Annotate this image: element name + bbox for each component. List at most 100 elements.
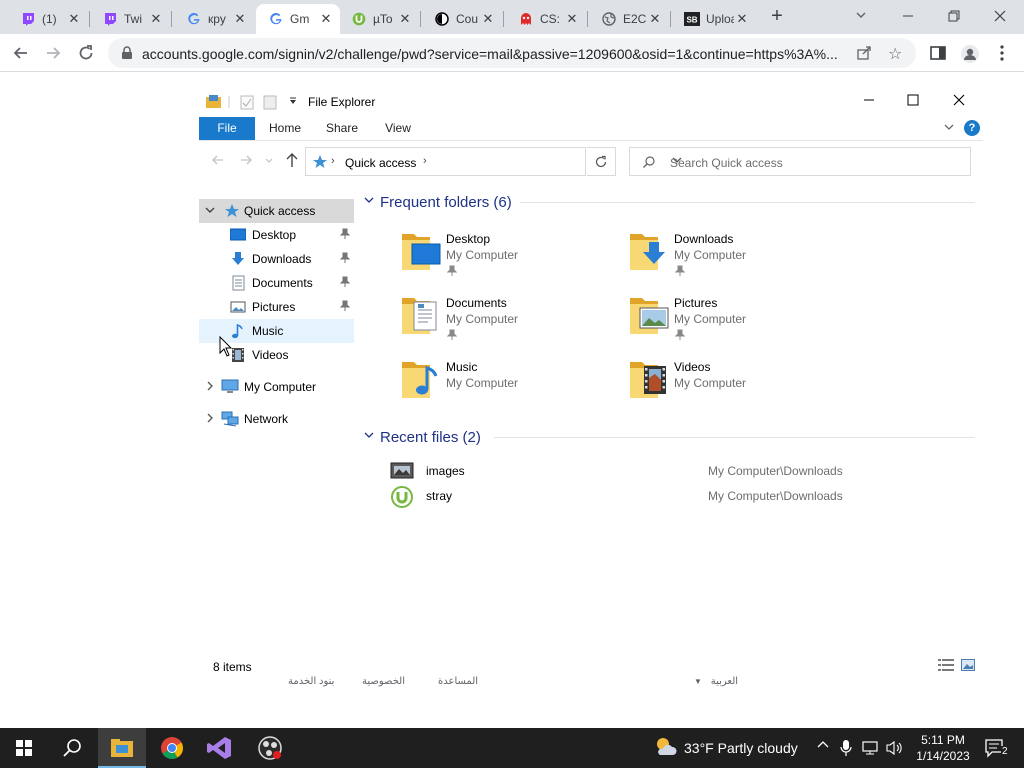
notification-center-icon[interactable]: 2 (984, 738, 1009, 761)
ribbon-tab-home[interactable]: Home (261, 117, 309, 140)
details-view-icon[interactable] (938, 659, 954, 671)
browser-tab[interactable]: Gm ✕ (256, 4, 340, 34)
tab-close-icon[interactable]: ✕ (318, 11, 334, 27)
side-panel-icon[interactable] (929, 44, 947, 62)
nav-item-my-computer[interactable]: My Computer (199, 375, 354, 399)
browser-tab[interactable]: крy ✕ (174, 4, 254, 34)
volume-icon[interactable] (886, 740, 904, 759)
breadcrumb-separator-icon[interactable]: › (331, 155, 335, 167)
pin-icon[interactable] (339, 300, 351, 312)
tab-close-icon[interactable]: ✕ (397, 11, 413, 27)
breadcrumb-quick-access[interactable]: Quick access (345, 156, 416, 170)
profile-avatar-icon[interactable] (960, 44, 979, 63)
expand-ribbon-chevron-icon[interactable] (944, 122, 954, 135)
frequent-folder-tile[interactable]: Documents My Computer (400, 292, 620, 350)
restore-icon[interactable] (944, 6, 964, 26)
recent-file-row[interactable]: images My Computer\Downloads (390, 460, 970, 482)
collapse-chevron-icon[interactable] (364, 195, 374, 208)
frequent-folder-tile[interactable]: Videos My Computer (628, 356, 848, 414)
browser-tab[interactable]: SB Upload✕ (672, 4, 756, 34)
nav-item-network[interactable]: Network (199, 407, 354, 431)
taskbar-chrome-icon[interactable] (148, 728, 196, 768)
breadcrumb-separator-icon[interactable]: › (423, 155, 427, 167)
collapse-chevron-icon[interactable] (364, 430, 374, 443)
forward-icon[interactable] (42, 42, 64, 64)
frequent-folders-header[interactable]: Frequent folders (6) (360, 191, 975, 213)
tab-search-icon[interactable] (854, 8, 870, 24)
reload-icon[interactable] (75, 42, 97, 64)
new-tab-button[interactable]: + (766, 6, 788, 28)
google-language-select[interactable]: ▼ العربية (694, 676, 738, 687)
tab-close-icon[interactable]: ✕ (232, 11, 248, 27)
start-windows-icon[interactable] (0, 728, 48, 768)
explorer-forward-icon[interactable] (239, 153, 253, 170)
taskbar-obs-icon[interactable] (246, 728, 294, 768)
nav-item-quick-access[interactable]: Quick access (199, 199, 354, 223)
browser-tab[interactable]: µTo ✕ (339, 4, 419, 34)
nav-item-documents[interactable]: Documents (199, 271, 354, 295)
explorer-back-icon[interactable] (211, 153, 225, 170)
browser-tab[interactable]: Cou ✕ (422, 4, 502, 34)
recent-locations-chevron-icon[interactable] (265, 153, 273, 170)
recent-file-row[interactable]: stray My Computer\Downloads (390, 485, 970, 508)
nav-item-downloads[interactable]: Downloads (199, 247, 354, 271)
minimize-icon[interactable] (898, 6, 918, 26)
explorer-close-icon[interactable] (951, 92, 967, 108)
address-bar[interactable]: accounts.google.com/signin/v2/challenge/… (108, 38, 916, 68)
taskbar-file-explorer-icon[interactable] (98, 728, 146, 768)
ribbon: File Home Share View ? (199, 117, 983, 141)
ribbon-tab-file[interactable]: File (199, 117, 255, 140)
large-icons-view-icon[interactable] (961, 659, 975, 671)
pin-icon[interactable] (339, 252, 351, 264)
recent-files-header[interactable]: Recent files (2) (360, 426, 975, 448)
browser-tab[interactable]: CS: ✕ (506, 4, 586, 34)
bookmark-star-icon[interactable]: ☆ (888, 44, 902, 64)
nav-label: Network (244, 412, 289, 426)
tab-close-icon[interactable]: ✕ (480, 11, 496, 27)
tab-close-icon[interactable]: ✕ (148, 11, 164, 27)
pin-icon[interactable] (339, 276, 351, 288)
taskbar-visual-studio-icon[interactable] (196, 728, 244, 768)
explorer-address-box[interactable]: › Quick access › (305, 147, 682, 176)
nav-item-desktop[interactable]: Desktop (199, 223, 354, 247)
tab-close-icon[interactable]: ✕ (564, 11, 580, 27)
svg-text:SB: SB (686, 16, 697, 25)
frequent-folder-tile[interactable]: Downloads My Computer (628, 228, 848, 286)
help-icon[interactable]: ? (964, 120, 980, 136)
taskbar-search-icon[interactable] (48, 728, 96, 768)
ribbon-tab-share[interactable]: Share (317, 117, 367, 140)
tab-close-icon[interactable]: ✕ (66, 11, 82, 27)
browser-tab[interactable]: E2C ✕ (589, 4, 669, 34)
ribbon-tab-view[interactable]: View (375, 117, 421, 140)
close-icon[interactable] (990, 6, 1010, 26)
expand-chevron-icon[interactable] (205, 381, 215, 394)
weather-text[interactable]: 33°F Partly cloudy (684, 740, 798, 756)
frequent-folder-tile[interactable]: Pictures My Computer (628, 292, 848, 350)
explorer-maximize-icon[interactable] (905, 92, 921, 108)
show-hidden-icons-chevron-icon[interactable] (816, 738, 830, 755)
explorer-minimize-icon[interactable] (861, 92, 877, 108)
frequent-folder-tile[interactable]: Music My Computer (400, 356, 620, 414)
weather-icon[interactable] (652, 734, 678, 763)
google-footer-terms[interactable]: بنود الخدمة (288, 676, 334, 687)
tab-close-icon[interactable]: ✕ (647, 11, 663, 27)
collapse-chevron-icon[interactable] (205, 205, 215, 218)
network-status-icon[interactable] (862, 740, 880, 759)
explorer-search-input[interactable]: Search Quick access (629, 147, 971, 176)
pin-icon[interactable] (339, 228, 351, 240)
up-folder-icon[interactable] (285, 152, 299, 172)
explorer-refresh-icon[interactable] (587, 147, 616, 176)
google-footer-help[interactable]: المساعدة (438, 676, 478, 687)
google-footer-privacy[interactable]: الخصوصية (362, 676, 405, 687)
expand-chevron-icon[interactable] (205, 413, 215, 426)
browser-tab[interactable]: (1) ✕ (8, 4, 88, 34)
menu-kebab-icon[interactable] (997, 44, 1015, 62)
frequent-folder-tile[interactable]: Desktop My Computer (400, 228, 620, 286)
nav-item-pictures[interactable]: Pictures (199, 295, 354, 319)
share-icon[interactable] (856, 45, 872, 61)
browser-tab[interactable]: Twi ✕ (90, 4, 170, 34)
microphone-icon[interactable] (840, 739, 852, 760)
back-icon[interactable] (10, 42, 32, 64)
tab-close-icon[interactable]: ✕ (734, 11, 750, 27)
system-clock[interactable]: 5:11 PM 1/14/2023 (916, 732, 970, 764)
